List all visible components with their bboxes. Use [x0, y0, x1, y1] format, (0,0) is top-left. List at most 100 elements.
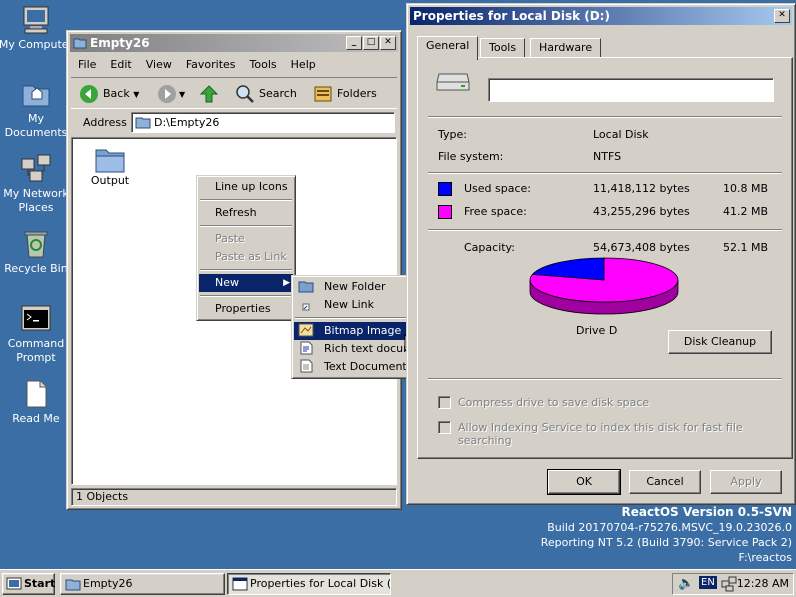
folder-icon	[65, 579, 81, 591]
version-watermark: ReactOS Version 0.5-SVN Build 20170704-r…	[541, 505, 792, 565]
menu-file[interactable]: File	[71, 55, 103, 74]
explorer-titlebar[interactable]: Empty26 _ □ ✕	[70, 34, 398, 52]
desktop-icon-label: My Network Places	[3, 187, 69, 214]
back-button[interactable]: Back ▼	[77, 81, 147, 107]
general-tab-panel: Type: Local Disk File system: NTFS Used …	[417, 57, 793, 459]
start-logo-icon	[6, 577, 22, 590]
network-icon[interactable]	[721, 576, 737, 592]
file-system-label: File system:	[438, 150, 504, 163]
folder-icon	[95, 149, 125, 173]
desktop-icon-my-computer[interactable]: My Computer	[0, 4, 74, 52]
explorer-toolbar: Back ▼ ▼ Search Folders	[71, 77, 397, 109]
menu-separator	[200, 199, 292, 201]
desktop-icon-my-network-places[interactable]: My Network Places	[0, 153, 74, 215]
up-button[interactable]	[197, 81, 223, 107]
language-indicator[interactable]: EN	[699, 576, 717, 589]
folder-icon	[135, 117, 151, 129]
document-icon	[26, 380, 47, 408]
properties-title: Properties for Local Disk (D:)	[413, 9, 610, 23]
chevron-down-icon[interactable]: ▼	[133, 90, 139, 99]
menu-item-paste: Paste	[215, 232, 245, 245]
desktop-icon-my-documents[interactable]: My Documents	[0, 78, 74, 140]
network-icon	[21, 154, 51, 182]
cancel-button[interactable]: Cancel	[629, 470, 701, 494]
close-button[interactable]: ✕	[380, 36, 396, 50]
task-button-explorer[interactable]: Empty26	[60, 573, 225, 595]
documents-folder-icon	[22, 85, 50, 107]
back-arrow-icon	[80, 85, 98, 103]
folders-button[interactable]: Folders	[311, 81, 381, 107]
menu-help[interactable]: Help	[284, 55, 323, 74]
menu-separator	[200, 295, 292, 297]
menu-item-paste-as-link: Paste as Link	[215, 250, 287, 263]
address-input[interactable]: D:\Empty26	[131, 112, 395, 133]
address-label: Address	[83, 116, 127, 129]
search-button[interactable]: Search	[233, 81, 303, 107]
drive-name: Drive D	[576, 324, 618, 337]
forward-button[interactable]: ▼	[155, 81, 191, 107]
desktop-icon-label: Command Prompt	[7, 337, 65, 364]
path-line: F:\reactos	[738, 551, 793, 564]
menu-favorites[interactable]: Favorites	[179, 55, 243, 74]
file-item[interactable]: Output	[80, 146, 140, 187]
bitmap-image-icon	[298, 323, 314, 337]
used-space-bytes: 11,418,112 bytes	[593, 182, 690, 195]
status-text: 1 Objects	[76, 490, 129, 503]
free-space-mb: 41.2 MB	[722, 205, 768, 218]
version-line: ReactOS Version 0.5-SVN	[621, 505, 792, 519]
desktop-icon-label: Read Me	[12, 412, 60, 425]
desktop-icon-command-prompt[interactable]: Command Prompt	[0, 303, 74, 365]
properties-dialog[interactable]: Properties for Local Disk (D:) ✕ General…	[406, 3, 796, 505]
divider	[428, 116, 782, 118]
disk-cleanup-button[interactable]: Disk Cleanup	[668, 330, 772, 354]
system-tray: 🔈 EN 12:28 AM	[672, 573, 794, 595]
menu-item-line-up-icons[interactable]: Line up Icons	[199, 178, 293, 196]
clock[interactable]: 12:28 AM	[737, 577, 789, 590]
desktop-icon-label: My Computer	[0, 38, 74, 51]
folders-icon	[314, 86, 332, 102]
folder-icon	[298, 281, 314, 293]
desktop-icon-read-me[interactable]: Read Me	[0, 378, 74, 426]
submenu-arrow-icon: ▶	[283, 278, 290, 288]
menu-view[interactable]: View	[139, 55, 179, 74]
recycle-bin-icon	[24, 231, 48, 258]
type-value: Local Disk	[593, 128, 649, 141]
used-space-swatch	[438, 182, 452, 196]
indexing-label: Allow Indexing Service to index this dis…	[458, 421, 743, 447]
menu-separator	[200, 269, 292, 271]
tab-general[interactable]: General	[417, 36, 479, 60]
rich-text-icon	[300, 341, 313, 355]
ok-button[interactable]: OK	[547, 469, 621, 495]
chevron-down-icon[interactable]: ▼	[179, 90, 185, 99]
desktop-icon-recycle-bin[interactable]: Recycle Bin	[0, 228, 74, 276]
volume-icon[interactable]: 🔈	[678, 576, 694, 591]
terminal-icon	[21, 305, 51, 331]
close-button[interactable]: ✕	[774, 9, 790, 23]
drive-label-input[interactable]	[488, 78, 774, 102]
maximize-button[interactable]: □	[363, 36, 379, 50]
build-line: Build 20170704-r75276.MSVC_19.0.23026.0	[547, 521, 792, 534]
menu-item-refresh[interactable]: Refresh	[199, 204, 293, 222]
file-item-label: Output	[90, 174, 130, 187]
properties-titlebar[interactable]: Properties for Local Disk (D:) ✕	[410, 7, 792, 25]
menu-edit[interactable]: Edit	[103, 55, 138, 74]
shortcut-icon	[302, 303, 310, 311]
capacity-label: Capacity:	[464, 241, 515, 254]
menu-item-properties[interactable]: Properties	[199, 300, 293, 318]
context-menu: Line up Icons Refresh Paste Paste as Lin…	[196, 175, 296, 321]
indexing-checkbox	[438, 421, 451, 434]
desktop-icon-label: My Documents	[4, 112, 68, 139]
free-space-bytes: 43,255,296 bytes	[593, 205, 690, 218]
tab-hardware[interactable]: Hardware	[530, 38, 602, 58]
start-button[interactable]: Start	[2, 573, 55, 595]
menu-tools[interactable]: Tools	[243, 55, 284, 74]
divider	[428, 172, 782, 174]
tab-tools[interactable]: Tools	[480, 38, 526, 58]
status-bar: 1 Objects	[71, 488, 397, 506]
minimize-button[interactable]: _	[346, 36, 362, 50]
capacity-bytes: 54,673,408 bytes	[593, 241, 690, 254]
menu-item-new[interactable]: New ▶	[199, 274, 293, 292]
disk-usage-pie	[529, 257, 679, 315]
used-space-label: Used space:	[464, 182, 532, 195]
task-button-properties[interactable]: Properties for Local Disk (D:)	[227, 573, 391, 595]
